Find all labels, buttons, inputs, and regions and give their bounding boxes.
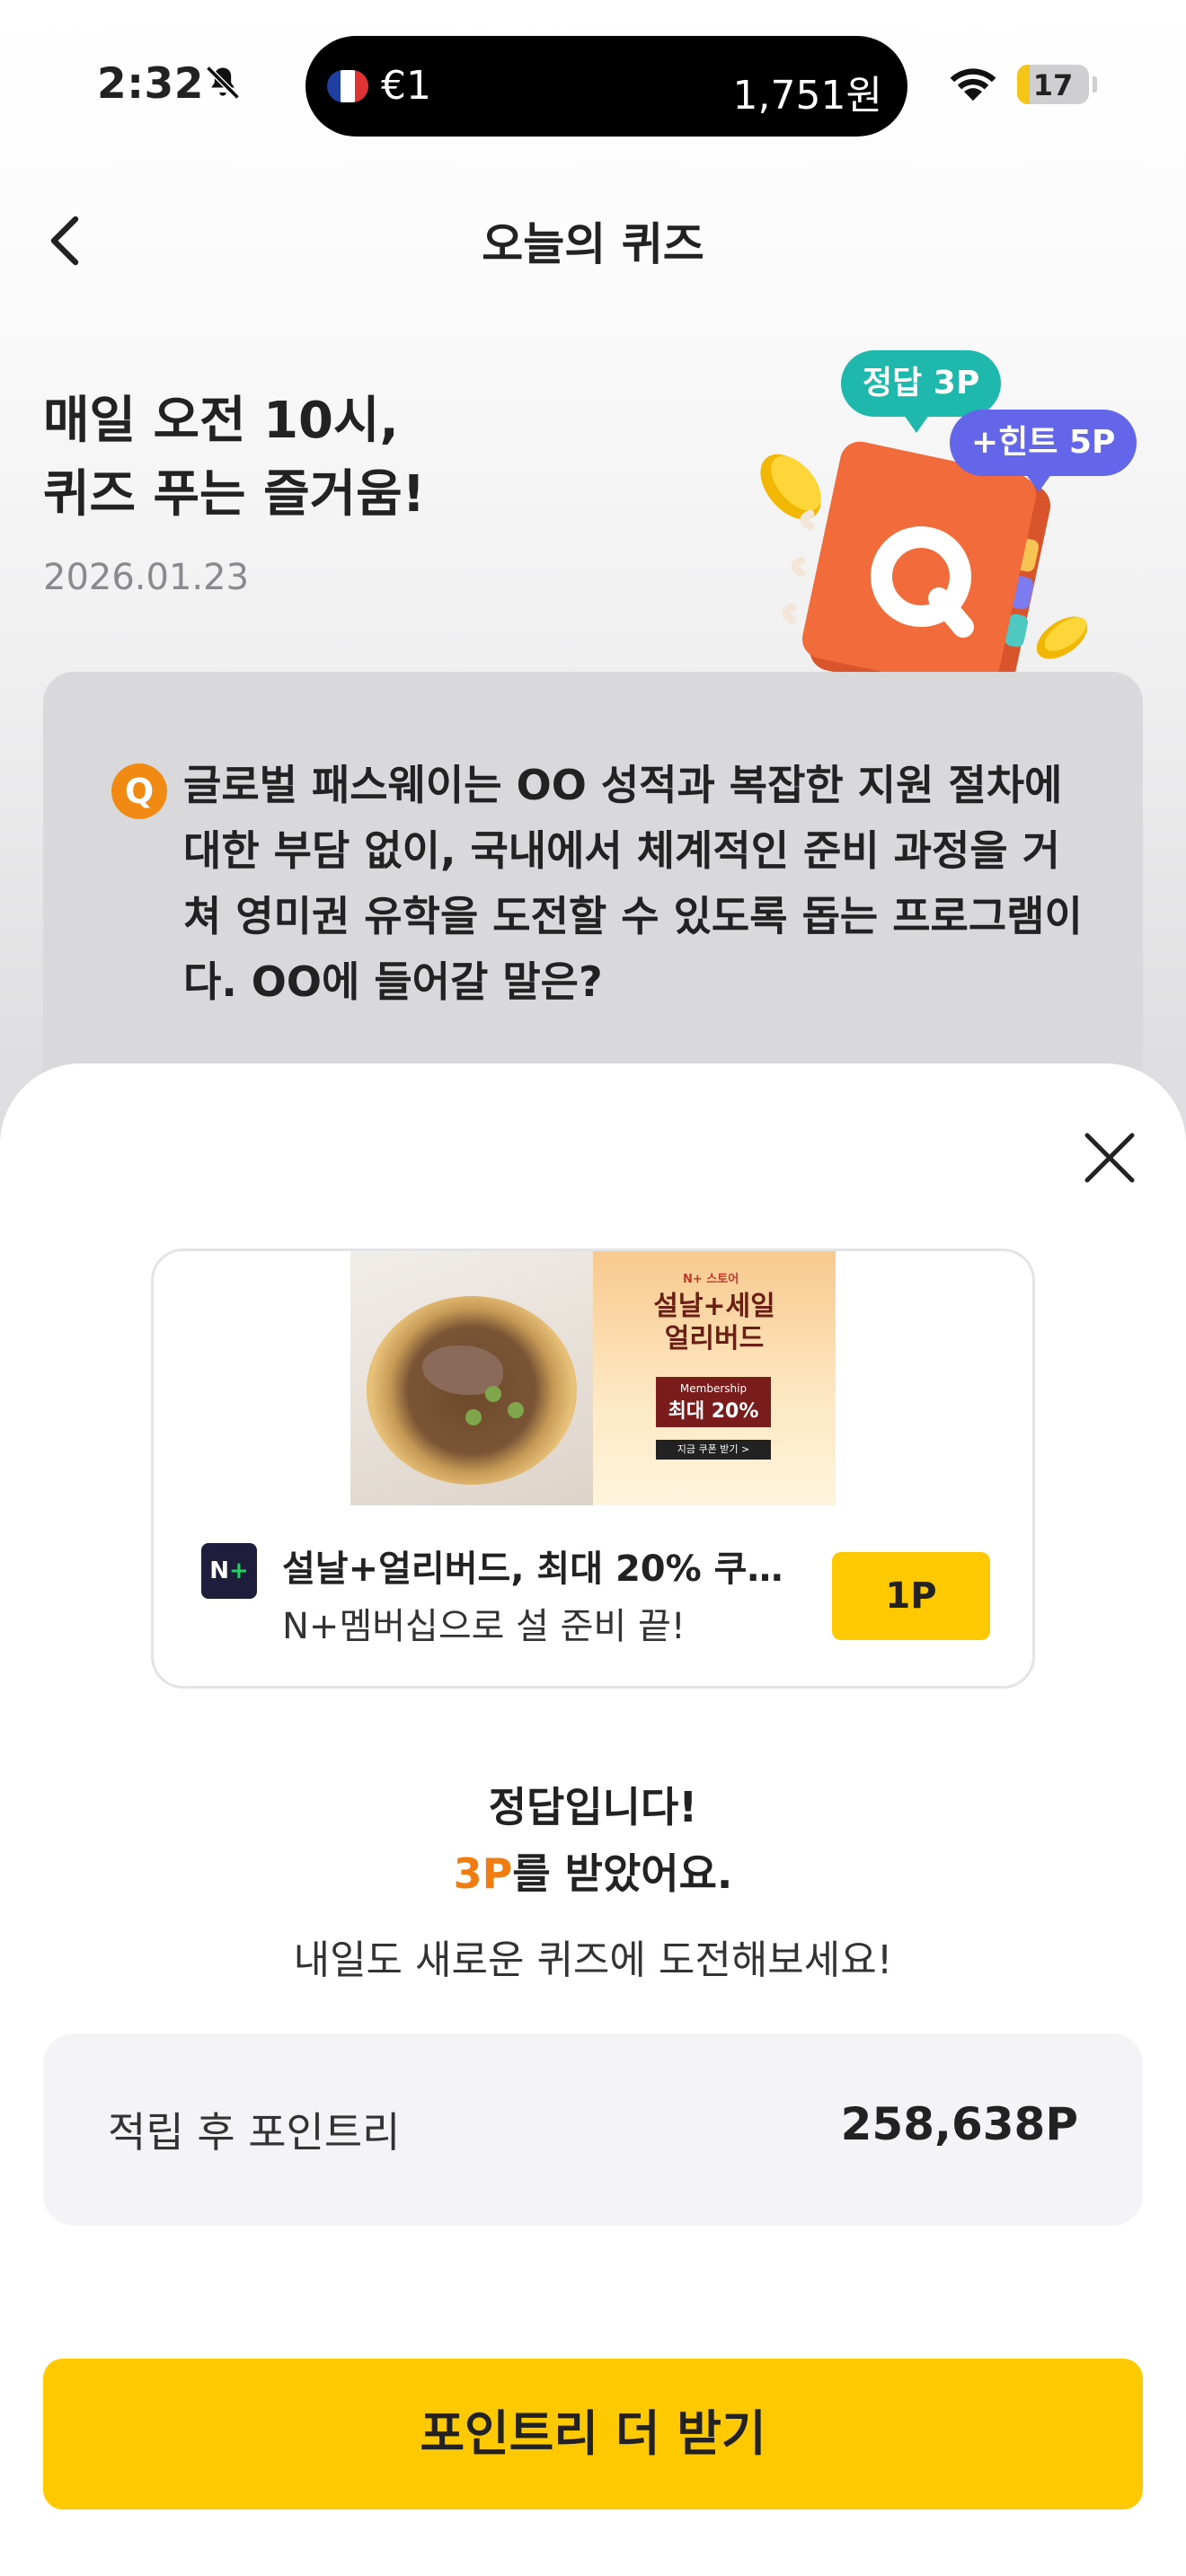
result-tomorrow-text: 내일도 새로운 퀴즈에 도전해보세요! xyxy=(293,1937,893,1983)
point-balance-value: 258,638P xyxy=(840,2098,1078,2150)
logo-plus: + xyxy=(228,1557,249,1584)
ad-subtitle[interactable]: N+멤버십으로 설 준비 끝! xyxy=(282,1597,686,1649)
ad-point-button[interactable]: 1P xyxy=(832,1552,990,1640)
quiz-date: 2026.01.23 xyxy=(43,557,250,598)
island-currency: €1 xyxy=(381,63,431,109)
hero-title: 매일 오전 10시, 퀴즈 푸는 즐거움! xyxy=(43,384,690,532)
battery-icon: 17 xyxy=(1017,65,1089,104)
status-time: 2:32 xyxy=(97,59,204,109)
close-icon[interactable] xyxy=(1078,1126,1141,1189)
logo-letter: N xyxy=(209,1557,229,1584)
island-exchange-rate: 1,751원 xyxy=(732,73,882,119)
question-line: 대한 부담 없이, 국내에서 체계적인 준비 과정을 거 xyxy=(183,826,1060,875)
soup-garnish xyxy=(465,1409,482,1425)
france-flag-icon xyxy=(327,70,368,102)
promo-title-line: 얼리버드 xyxy=(664,1323,765,1354)
question-text: 글로벌 패스웨이는 OO 성적과 복잡한 지원 절차에 대한 부담 없이, 국내… xyxy=(183,753,1083,1015)
promo-discount: 최대 20% xyxy=(668,1400,759,1423)
promo-membership-label: Membership xyxy=(679,1382,748,1395)
soup-photo xyxy=(350,1251,593,1505)
soup-garnish xyxy=(485,1386,501,1402)
promo-coupon-button: 지금 쿠폰 받기 > xyxy=(656,1440,771,1460)
answer-points-bubble: 정답 3P xyxy=(841,350,1002,433)
promo-store-tag: N+ 스토어 xyxy=(683,1273,739,1286)
bell-slash-icon xyxy=(206,66,240,100)
hero-title-line1: 매일 오전 10시, xyxy=(43,392,399,450)
dynamic-island[interactable]: €1 1,751원 xyxy=(305,36,907,137)
hero-title-line2: 퀴즈 푸는 즐거움! xyxy=(43,465,426,524)
promo-panel: N+ 스토어 설날+세일 얼리버드 Membership 최대 20% 지금 쿠… xyxy=(593,1251,836,1505)
nplus-logo-icon: N+ xyxy=(201,1543,257,1599)
earned-points: 3P xyxy=(453,1849,513,1898)
soup-garnish xyxy=(508,1402,524,1418)
point-balance-label: 적립 후 포인트리 xyxy=(108,2108,401,2157)
result-points-text: 3P를 받았어요. xyxy=(0,1841,1186,1901)
question-line: 쳐 영미권 유학을 도전할 수 있도록 돕는 프로그램이 xyxy=(183,892,1083,940)
earned-suffix: 를 받았어요. xyxy=(512,1849,733,1898)
page-title: 오늘의 퀴즈 xyxy=(482,218,704,270)
battery-percent: 17 xyxy=(1032,68,1074,102)
status-bar: 2:32 €1 1,751원 17 xyxy=(0,0,1186,171)
hint-points-bubble: +힌트 5P xyxy=(950,410,1137,492)
question-badge-icon: Q xyxy=(111,763,167,819)
question-line: 다. OO에 들어갈 말은? xyxy=(183,957,603,1006)
ad-banner-image[interactable]: N+ 스토어 설날+세일 얼리버드 Membership 최대 20% 지금 쿠… xyxy=(350,1251,836,1505)
get-more-points-button[interactable]: 포인트리 더 받기 xyxy=(43,2359,1143,2510)
promo-title-line: 설날+세일 xyxy=(653,1291,775,1322)
ad-title[interactable]: 설날+얼리버드, 최대 20% 쿠폰... xyxy=(282,1539,794,1592)
result-correct-text: 정답입니다! xyxy=(488,1783,698,1831)
question-line: 글로벌 패스웨이는 OO 성적과 복잡한 지원 절차에 xyxy=(183,761,1063,809)
wifi-icon xyxy=(950,68,996,101)
promo-discount-box: Membership 최대 20% xyxy=(656,1377,771,1427)
battery-cap xyxy=(1093,76,1097,93)
promo-title: 설날+세일 얼리버드 xyxy=(593,1291,836,1355)
